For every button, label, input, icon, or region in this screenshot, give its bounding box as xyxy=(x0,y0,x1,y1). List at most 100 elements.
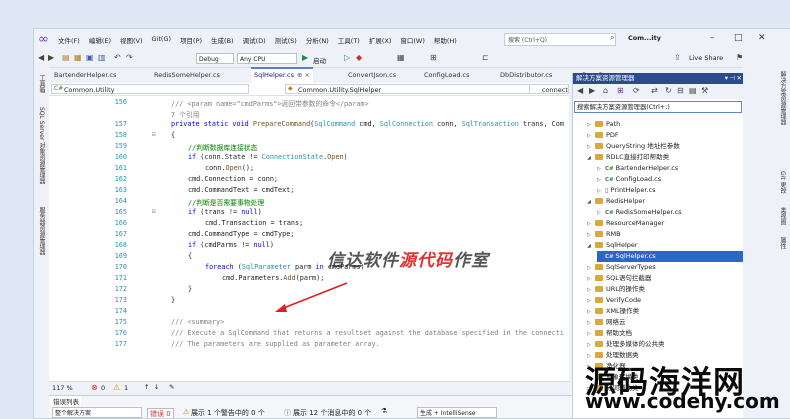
tab-convertjson-cs[interactable]: ConvertJson.cs xyxy=(345,69,399,82)
nav-down-icon[interactable]: ↓ xyxy=(154,383,159,391)
tree-item[interactable]: ▷ URL的操作类 xyxy=(587,284,645,295)
refresh-icon[interactable]: ↻ xyxy=(665,86,672,95)
forward-icon[interactable]: ▶ xyxy=(589,86,595,95)
maximize-icon[interactable]: □ xyxy=(734,33,743,43)
menu-item[interactable]: Git(G) xyxy=(152,35,172,45)
error-count[interactable]: 0 xyxy=(101,384,105,392)
zoom-level[interactable]: 117 % xyxy=(52,384,73,392)
back-icon[interactable]: ◀ xyxy=(38,53,44,62)
visual-studio-logo-icon[interactable]: ∞ xyxy=(38,33,52,47)
tree-item[interactable]: ◢ RDLC直接打印帮助类 xyxy=(587,152,669,163)
search-input[interactable]: 搜索 (Ctrl+Q) xyxy=(504,33,616,46)
tree-item[interactable]: ▷ QueryString 地址栏参数 xyxy=(587,141,680,152)
properties-tab[interactable]: 属性 xyxy=(778,237,787,249)
tree-item[interactable]: ▷ SqlServerTypes xyxy=(587,262,656,273)
code-line[interactable]: /// <summary> xyxy=(171,318,224,326)
tree-item[interactable]: ▷ 帮助文档 xyxy=(587,328,632,339)
code-editor[interactable]: 信达软件源代码作室 156/// <param name="cmdParms">… xyxy=(49,96,569,381)
code-line[interactable]: //判断是否需要事物处理 xyxy=(188,197,264,207)
menu-item[interactable]: 帮助(H) xyxy=(434,35,457,45)
tree-item[interactable]: ▷ RMB xyxy=(587,229,621,240)
code-line[interactable]: /// The parameters are supplied as param… xyxy=(171,340,380,348)
fold-marker-icon[interactable]: ⊟ xyxy=(152,208,156,215)
code-line[interactable]: /// Execute a SqlCommand that returns a … xyxy=(171,329,564,337)
open-icon[interactable]: ▦ xyxy=(74,53,82,62)
code-line[interactable]: 7 个引用 xyxy=(171,109,200,119)
warning-count[interactable]: 1 xyxy=(124,384,128,392)
properties-icon[interactable]: ⚒ xyxy=(701,86,708,95)
tree-item[interactable]: ▷ XML操作类 xyxy=(587,306,639,317)
tab-bartenderhelper-cs[interactable]: BartenderHelper.cs xyxy=(51,69,120,82)
tab-redissomehelper-cs[interactable]: RedisSomeHelper.cs xyxy=(151,69,223,82)
sql-server-explorer-tab[interactable]: SQL Server 对象资源管理器 xyxy=(37,107,46,184)
code-line[interactable]: cmd.Connection = conn; xyxy=(188,175,278,183)
pending-changes-icon[interactable]: ⟳ xyxy=(633,86,640,95)
minimize-icon[interactable]: – xyxy=(710,33,715,43)
tree-item[interactable]: ▷ 网络云 xyxy=(587,317,626,328)
start-without-debug-icon[interactable]: ▷ xyxy=(344,53,350,62)
menu-item[interactable]: 视图(V) xyxy=(120,35,143,45)
code-line[interactable]: if (trans != null) xyxy=(188,208,262,216)
tree-item[interactable]: ▷ ▯ PrintHelper.cs xyxy=(597,185,656,196)
class-view-tab[interactable]: 类视图 xyxy=(778,207,787,225)
forward-icon[interactable]: ▶ xyxy=(48,53,54,62)
tree-item[interactable]: ▷ SQL语句拦截器 xyxy=(587,273,651,284)
start-icon[interactable]: ▶ xyxy=(302,53,308,62)
build-intellisense-dropdown[interactable]: 生成 + IntelliSense xyxy=(417,407,497,418)
feedback-icon[interactable]: ⚑ xyxy=(736,53,743,62)
toolbox-tab[interactable]: 工具箱 xyxy=(37,75,46,93)
tree-item[interactable]: ◢ SqlHelper xyxy=(587,240,638,251)
tree-item[interactable]: ◢ RedisHelper xyxy=(587,196,645,207)
expanded-icon[interactable]: ◢ xyxy=(587,241,595,252)
server-explorer-tab[interactable]: 服务器资源管理器 xyxy=(37,207,46,255)
switch-view-icon[interactable]: ⊞ xyxy=(617,86,624,95)
start-button[interactable]: 启动 xyxy=(313,55,326,65)
solution-search-input[interactable]: 搜索解决方案资源管理器(Ctrl+;) xyxy=(574,101,742,113)
home-icon[interactable]: ⌂ xyxy=(603,86,608,95)
redo-icon[interactable]: ↷ xyxy=(126,53,133,62)
error-list-title[interactable]: 错误列表 xyxy=(51,396,81,406)
code-cleanup-icon[interactable]: ✎ xyxy=(169,383,174,391)
tab-close-icon[interactable]: ⊕ × xyxy=(297,71,310,79)
tree-item[interactable]: ▷ C# ConfigLoad.cs xyxy=(597,174,661,185)
tree-item[interactable]: ▷ VerifyCode xyxy=(587,295,641,306)
menu-item[interactable]: 文件(F) xyxy=(58,35,80,45)
hot-reload-icon[interactable]: ◆ xyxy=(356,53,362,62)
code-line[interactable]: } xyxy=(188,285,192,293)
search-icon[interactable]: ⌕ xyxy=(610,33,614,43)
project-dropdown[interactable]: Common.Utility xyxy=(51,84,249,94)
menu-item[interactable]: 扩展(X) xyxy=(369,35,392,45)
nav-up-icon[interactable]: ↑ xyxy=(144,383,149,391)
code-line[interactable]: foreach (SqlParameter parm in cmdParms) xyxy=(205,263,365,271)
live-share-icon[interactable]: ⇪ xyxy=(674,53,681,62)
code-line[interactable]: if (cmdParms != null) xyxy=(188,241,274,249)
menu-item[interactable]: 项目(P) xyxy=(180,35,202,45)
back-icon[interactable]: ◀ xyxy=(577,86,583,95)
menu-item[interactable]: 分析(N) xyxy=(306,35,329,45)
code-line[interactable]: cmd.CommandType = cmdType; xyxy=(188,230,294,238)
tab-dbdistributor-cs[interactable]: DbDistributor.cs xyxy=(497,69,555,82)
platform-dropdown[interactable]: Any CPU xyxy=(237,53,297,64)
collapse-all-icon[interactable]: ⊟ xyxy=(677,86,684,95)
menu-item[interactable]: 窗口(W) xyxy=(400,35,425,45)
code-line[interactable]: if (conn.State != ConnectionState.Open) xyxy=(188,153,348,161)
dropdown-icon[interactable]: ▾ xyxy=(725,73,728,84)
filter-icon[interactable]: ⚗ xyxy=(381,407,387,415)
code-line[interactable]: /// <param name="cmdParms">返回带参数的命令</par… xyxy=(171,98,369,108)
member-dropdown[interactable]: connectionString xyxy=(529,84,569,94)
class-dropdown[interactable]: Common.Utility.SqlHelper xyxy=(285,84,547,94)
code-line[interactable]: cmd.Transaction = trans; xyxy=(205,219,303,227)
tree-item[interactable]: ▷ C# RedisSomeHelper.cs xyxy=(597,207,682,218)
scope-dropdown[interactable]: 整个解决方案 xyxy=(52,407,142,418)
code-line[interactable]: cmd.CommandText = cmdText; xyxy=(188,186,294,194)
menu-item[interactable]: 测试(S) xyxy=(275,35,297,45)
tab-configload-cs[interactable]: ConfigLoad.cs xyxy=(421,69,472,82)
close-panel-icon[interactable]: ✕ xyxy=(737,73,742,84)
menu-item[interactable]: 调试(D) xyxy=(243,35,266,45)
undo-icon[interactable]: ↶ xyxy=(114,53,121,62)
expanded-icon[interactable]: ◢ xyxy=(587,153,595,164)
code-line[interactable]: private static void PrepareCommand(SqlCo… xyxy=(171,120,564,128)
live-share-button[interactable]: Live Share xyxy=(689,54,723,62)
code-line[interactable]: } xyxy=(171,296,175,304)
save-all-icon[interactable]: ▥ xyxy=(98,53,106,62)
